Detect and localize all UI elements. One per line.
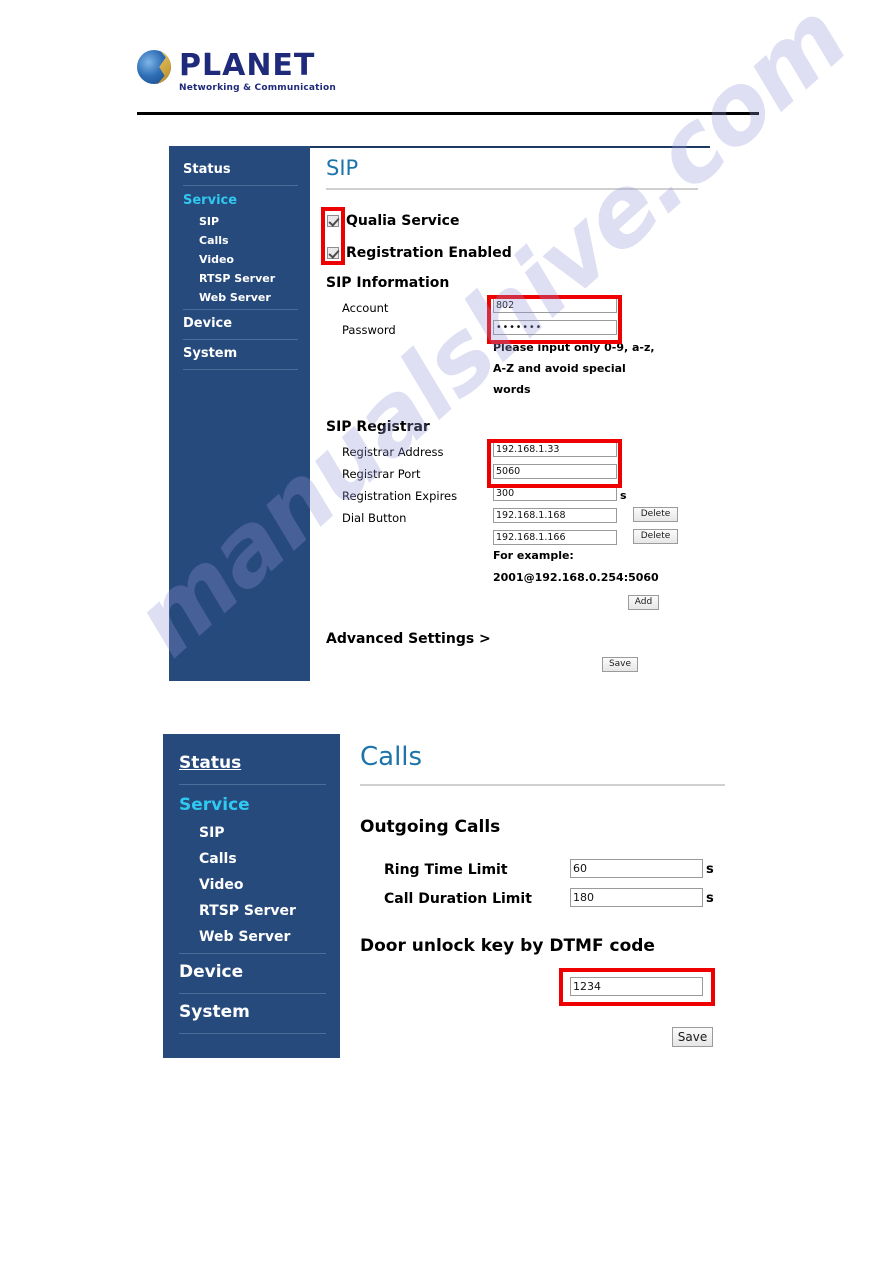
call-duration-limit-unit: s: [706, 891, 714, 906]
registrar-port-label: Registrar Port: [342, 467, 421, 481]
sidebar-item-status[interactable]: Status: [169, 158, 310, 183]
sidebar-item-video[interactable]: Video: [169, 250, 310, 269]
page-canvas: PLANET Networking & Communication Status…: [0, 0, 893, 1263]
header-divider: [137, 112, 759, 115]
ring-time-limit-unit: s: [706, 862, 714, 877]
add-dial-entry-button[interactable]: Add: [628, 595, 659, 610]
sidebar-item-web-server[interactable]: Web Server: [169, 288, 310, 307]
qualia-service-checkbox[interactable]: [327, 215, 339, 227]
calls-content-area: Calls Outgoing Calls Ring Time Limit s C…: [340, 734, 733, 1058]
sidebar-item-rtsp-server[interactable]: RTSP Server: [169, 269, 310, 288]
sidebar-item-calls[interactable]: Calls: [169, 231, 310, 250]
dial-button-label: Dial Button: [342, 511, 407, 525]
sip-screenshot-panel: Status Service SIP Calls Video RTSP Serv…: [169, 146, 710, 681]
page-title: Calls: [360, 742, 423, 772]
account-input[interactable]: [493, 298, 617, 313]
title-divider: [326, 188, 698, 190]
sidebar-item-sip[interactable]: SIP: [169, 212, 310, 231]
sidebar-item-video[interactable]: Video: [163, 872, 340, 898]
password-hint-line-2: A-Z and avoid special: [493, 362, 626, 375]
qualia-service-label: Qualia Service: [346, 213, 460, 229]
registration-enabled-row[interactable]: Registration Enabled: [327, 245, 512, 261]
sidebar-item-service[interactable]: Service: [163, 788, 340, 820]
sidebar-item-system[interactable]: System: [163, 997, 340, 1030]
page-title: SIP: [326, 156, 359, 180]
registration-enabled-checkbox[interactable]: [327, 247, 339, 259]
registration-expires-input[interactable]: [493, 486, 617, 501]
sidebar-item-service[interactable]: Service: [169, 188, 310, 212]
registration-expires-unit: s: [620, 489, 627, 502]
sidebar-divider: [183, 369, 298, 370]
registration-expires-label: Registration Expires: [342, 489, 458, 503]
brand-tagline: Networking & Communication: [179, 83, 336, 93]
sidebar-divider: [179, 953, 326, 954]
sidebar-divider: [179, 1033, 326, 1034]
sidebar-divider: [183, 309, 298, 310]
ring-time-limit-label: Ring Time Limit: [384, 862, 508, 878]
call-duration-limit-label: Call Duration Limit: [384, 891, 532, 907]
dtmf-heading: Door unlock key by DTMF code: [360, 936, 655, 956]
planet-logo: PLANET Networking & Communication: [137, 50, 336, 93]
sidebar-item-system[interactable]: System: [169, 342, 310, 367]
sidebar-divider: [183, 185, 298, 186]
ring-time-limit-input[interactable]: [570, 859, 703, 878]
globe-icon: [137, 50, 171, 84]
advanced-settings-link[interactable]: Advanced Settings >: [326, 631, 491, 647]
dial-entry-delete-button-2[interactable]: Delete: [633, 529, 678, 544]
sip-registrar-heading: SIP Registrar: [326, 419, 430, 435]
sip-content-area: SIP Qualia Service Registration Enabled …: [310, 146, 710, 681]
sidebar-divider: [183, 339, 298, 340]
sidebar-item-rtsp-server[interactable]: RTSP Server: [163, 898, 340, 924]
brand-name: PLANET: [179, 48, 316, 83]
dial-entry-input-1[interactable]: [493, 508, 617, 523]
sidebar-item-sip[interactable]: SIP: [163, 820, 340, 846]
account-label: Account: [342, 301, 389, 315]
password-label: Password: [342, 323, 396, 337]
sidebar-calls: Status Service SIP Calls Video RTSP Serv…: [163, 734, 340, 1058]
call-duration-limit-input[interactable]: [570, 888, 703, 907]
sidebar-item-device[interactable]: Device: [169, 312, 310, 337]
registrar-address-label: Registrar Address: [342, 445, 444, 459]
title-divider: [360, 784, 725, 786]
sidebar-sip: Status Service SIP Calls Video RTSP Serv…: [169, 146, 310, 681]
password-hint-line-1: Please input only 0-9, a-z,: [493, 341, 655, 354]
save-button[interactable]: Save: [602, 657, 638, 672]
dial-entry-input-2[interactable]: [493, 530, 617, 545]
password-input[interactable]: [493, 320, 617, 335]
dial-entry-delete-button-1[interactable]: Delete: [633, 507, 678, 522]
registrar-address-input[interactable]: [493, 442, 617, 457]
sidebar-item-device[interactable]: Device: [163, 957, 340, 990]
password-hint-line-3: words: [493, 383, 531, 396]
document-header: PLANET Networking & Communication: [0, 0, 893, 118]
registrar-port-input[interactable]: [493, 464, 617, 479]
sidebar-item-calls[interactable]: Calls: [163, 846, 340, 872]
save-button[interactable]: Save: [672, 1027, 713, 1047]
example-value: 2001@192.168.0.254:5060: [493, 571, 659, 584]
qualia-service-row[interactable]: Qualia Service: [327, 213, 459, 229]
logo-text-block: PLANET Networking & Communication: [179, 50, 336, 93]
sidebar-item-status[interactable]: Status: [163, 748, 340, 781]
calls-screenshot-panel: Status Service SIP Calls Video RTSP Serv…: [163, 734, 733, 1058]
sidebar-divider: [179, 784, 326, 785]
outgoing-calls-heading: Outgoing Calls: [360, 817, 501, 837]
registration-enabled-label: Registration Enabled: [346, 245, 512, 261]
example-label: For example:: [493, 549, 574, 562]
sidebar-divider: [179, 993, 326, 994]
content-top-border: [310, 146, 710, 148]
dtmf-code-input[interactable]: [570, 977, 703, 996]
sip-information-heading: SIP Information: [326, 275, 450, 291]
sidebar-item-web-server[interactable]: Web Server: [163, 924, 340, 950]
